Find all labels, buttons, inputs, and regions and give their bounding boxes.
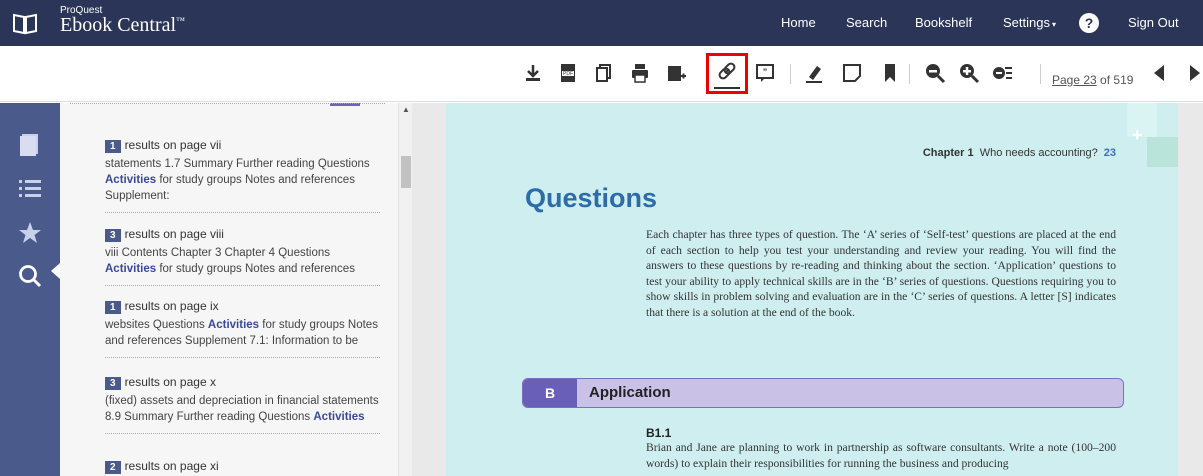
logo-ebook-central[interactable]: Ebook Central™ xyxy=(60,14,185,37)
help-icon[interactable]: ? xyxy=(1079,13,1099,33)
nav-sign-out[interactable]: Sign Out xyxy=(1128,0,1179,46)
scrollbar-thumb[interactable] xyxy=(401,156,411,188)
questions-intro-text: Each chapter has three types of question… xyxy=(646,228,1116,319)
toolbar-separator xyxy=(909,64,910,84)
result-count-badge: 3 xyxy=(105,377,121,390)
results-scrollbar[interactable]: ▲ xyxy=(398,103,412,476)
highlight-annotation-box xyxy=(706,53,748,94)
result-count-badge: 2 xyxy=(105,461,121,474)
svg-text:PDF: PDF xyxy=(563,71,573,77)
pdf-icon[interactable]: PDF xyxy=(557,62,579,84)
section-letter: B xyxy=(523,379,577,407)
result-snippet: websites Questions Activities for study … xyxy=(105,319,378,347)
zoom-out-icon[interactable] xyxy=(924,62,946,84)
highlight-icon[interactable] xyxy=(803,62,825,84)
result-item[interactable]: 3 results on page x (fixed) assets and de… xyxy=(105,375,380,434)
previous-page-icon[interactable] xyxy=(1152,63,1166,83)
result-count-badge: 1 xyxy=(105,301,121,314)
result-item[interactable]: 3 results on page viii viii Contents Chap… xyxy=(105,227,380,286)
question-text: Brian and Jane are planning to work in p… xyxy=(646,441,1116,470)
result-snippet: viii Contents Chapter 3 Chapter 4 Questi… xyxy=(105,247,355,275)
toolbar-separator xyxy=(790,64,791,84)
next-page-icon[interactable] xyxy=(1188,63,1202,83)
result-item[interactable]: 1 results on page ix websites Questions A… xyxy=(105,299,380,358)
result-snippet: (fixed) assets and depreciation in finan… xyxy=(105,395,379,423)
ebook-page: + Chapter 1 Who needs accounting? 23 Ques… xyxy=(446,103,1178,476)
section-title: Application xyxy=(589,384,671,401)
page-indicator: Page 23 of 519 xyxy=(1052,73,1134,87)
caret-down-icon: ▾ xyxy=(1051,20,1056,29)
svg-text:”: ” xyxy=(763,67,768,77)
book-contents-icon[interactable] xyxy=(17,131,43,157)
fit-page-icon[interactable] xyxy=(991,62,1013,84)
result-snippet: statements 1.7 Summary Further reading Q… xyxy=(105,158,370,202)
question-id: B1.1 xyxy=(646,426,672,440)
nav-settings[interactable]: Settings ▾ xyxy=(1003,0,1056,46)
result-item[interactable]: 1 results on page vii statements 1.7 Summ… xyxy=(105,138,380,213)
download-icon[interactable] xyxy=(522,62,544,84)
book-logo-icon xyxy=(13,13,37,35)
application-section-banner: B Application xyxy=(522,378,1124,408)
reader-toolbar: PDF ” xyxy=(0,46,1203,102)
result-count-badge: 1 xyxy=(105,140,121,153)
search-results-panel: 1 results on page vii statements 1.7 Summ… xyxy=(60,103,398,476)
table-of-contents-icon[interactable] xyxy=(17,176,43,202)
add-to-bookshelf-icon[interactable] xyxy=(665,62,687,84)
search-icon[interactable] xyxy=(17,263,43,289)
bookmark-icon[interactable] xyxy=(879,62,901,84)
side-rail xyxy=(0,103,60,476)
scroll-up-arrow-icon[interactable]: ▲ xyxy=(402,105,410,114)
toolbar-separator xyxy=(1040,64,1041,84)
page-corner-decoration xyxy=(1147,137,1178,167)
copy-icon[interactable] xyxy=(593,62,615,84)
running-header: Chapter 1 Who needs accounting? 23 xyxy=(922,147,1116,159)
zoom-in-icon[interactable] xyxy=(958,62,980,84)
nav-home[interactable]: Home xyxy=(781,0,816,46)
page-number-input[interactable]: Page 23 xyxy=(1052,73,1097,87)
result-count-badge: 3 xyxy=(105,229,121,242)
print-icon[interactable] xyxy=(629,62,651,84)
star-icon[interactable] xyxy=(17,220,43,246)
nav-bookshelf[interactable]: Bookshelf xyxy=(915,0,972,46)
plus-decoration-icon: + xyxy=(1132,125,1143,145)
top-nav-bar: ProQuest Ebook Central™ Home Search Book… xyxy=(0,0,1203,46)
note-icon[interactable] xyxy=(841,62,863,84)
nav-search[interactable]: Search xyxy=(846,0,887,46)
section-heading: Questions xyxy=(525,183,658,213)
result-item[interactable]: 2 results on page xi xyxy=(105,459,380,476)
cite-icon[interactable]: ” xyxy=(754,62,776,84)
active-panel-pointer xyxy=(51,263,60,279)
